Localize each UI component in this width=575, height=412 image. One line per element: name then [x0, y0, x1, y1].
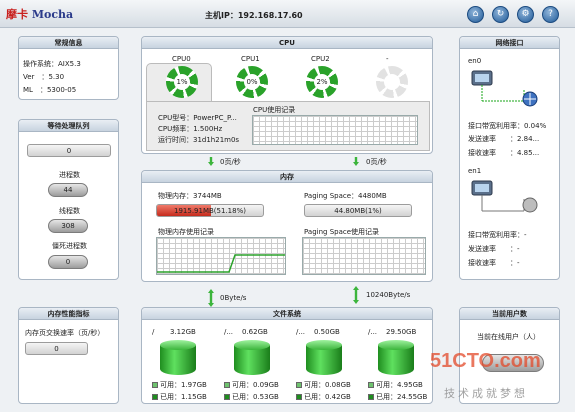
fs2-used: 已用：0.42GB [296, 392, 351, 402]
en0-send: 发送速率 ：2.84... [468, 135, 540, 143]
fs3-total: 29.50GB [386, 328, 417, 336]
overview-title: 常规信息 [19, 37, 118, 49]
physical-history-title: 物理内存使用记录 [158, 228, 214, 236]
overview-panel: 常规信息 操作系统：AIX5.3 Ver ：5.30 ML ：5300-05 [18, 36, 119, 100]
cpu0-gauge: 1% [166, 66, 198, 98]
page-in-arrow [208, 157, 214, 166]
fs0-used: 已用：1.15GB [152, 392, 207, 402]
host-ip-label: 主机IP：192.168.17.60 [205, 11, 303, 20]
byte-in-arrow-down [208, 298, 214, 307]
users-title: 当前用户数 [460, 308, 559, 320]
cpu3-gauge [376, 66, 408, 98]
help-button[interactable]: ? [542, 6, 559, 23]
memory-title: 内存 [142, 171, 432, 183]
zombie-label: 僵死进程数 [52, 242, 87, 250]
cpu-frequency: CPU频率：1.500Hz [158, 125, 223, 133]
ml-label: ML ：5300-05 [23, 86, 77, 94]
queue-panel: 等待处理队列 0 进程数 44 线程数 308 僵死进程数 0 [18, 119, 119, 280]
page-out-arrow [353, 157, 359, 166]
network-panel: 网络接口 en0 接口带宽利用率：0.04% 发送速率 ：2.84... 接收速… [459, 36, 560, 280]
en1-util: 接口带宽利用率：- [468, 231, 527, 239]
fs0-cylinder [160, 340, 196, 375]
paging-space-label: Paging Space：4480MB [304, 192, 387, 200]
cpu-title: CPU [142, 37, 432, 49]
cpu-uptime: 运行时间：31d1h21m0s [158, 136, 240, 144]
swap-rate-label: 内存页交换速率（页/秒） [25, 329, 105, 337]
memperf-title: 内存性能指标 [19, 308, 118, 320]
fs0-mount: / [152, 328, 155, 336]
en0-recv: 接收速率 ：4.85... [468, 149, 540, 157]
tab-cpu0[interactable]: CPU0 [172, 55, 191, 63]
physical-memory-bar: 1915.91MB(51.18%) [156, 204, 264, 217]
app-logo: 摩卡 Mocha [6, 8, 74, 21]
byte-out-arrow-up [353, 286, 359, 295]
memperf-panel: 内存性能指标 内存页交换速率（页/秒） 0 [18, 307, 119, 404]
byte-out-rate: 10240Byte/s [366, 291, 411, 299]
thread-label: 线程数 [59, 207, 80, 215]
cpu1-gauge: 0% [236, 66, 268, 98]
byte-out-arrow-down [353, 295, 359, 304]
fs0-free: 可用：1.97GB [152, 380, 207, 390]
physical-memory-used: 1915.91MB(51.18%) [174, 207, 246, 215]
queue-title: 等待处理队列 [19, 120, 118, 132]
page-out-rate: 0页/秒 [366, 158, 387, 166]
fs2-cylinder [306, 340, 342, 375]
en0-label: en0 [468, 57, 482, 65]
en0-util: 接口带宽利用率：0.04% [468, 122, 547, 130]
watermark-slogan: 技术成就梦想 [444, 387, 528, 400]
watermark-site: 51CTO.com [430, 350, 541, 372]
physical-history-line [157, 254, 285, 273]
network-title: 网络接口 [460, 37, 559, 49]
settings-button[interactable]: ⚙ [517, 6, 534, 23]
cpu-history-chart [252, 115, 418, 145]
fs3-free: 可用：4.95GB [368, 380, 423, 390]
page-in-rate: 0页/秒 [220, 158, 241, 166]
process-label: 进程数 [59, 171, 80, 179]
fs2-mount: /... [296, 328, 306, 336]
en0-diagram [471, 70, 538, 107]
fs2-total: 0.50GB [314, 328, 340, 336]
paging-history-title: Paging Space使用记录 [304, 228, 380, 236]
en1-label: en1 [468, 167, 482, 175]
fs3-mount: /... [368, 328, 378, 336]
fs0-total: 3.12GB [170, 328, 196, 336]
tab-cpu3[interactable]: - [386, 55, 389, 63]
online-users-label: 当前在线用户（人） [477, 333, 540, 341]
physical-history-chart [156, 237, 286, 275]
tab-cpu1[interactable]: CPU1 [241, 55, 260, 63]
byte-in-arrow-up [208, 289, 214, 298]
paging-space-used: 44.80MB(1%) [304, 204, 412, 217]
fs1-total: 0.62GB [242, 328, 268, 336]
thread-count: 308 [48, 219, 88, 233]
fs3-cylinder [378, 340, 414, 375]
home-button[interactable]: ⌂ [467, 6, 484, 23]
en1-send: 发送速率 ：- [468, 245, 520, 253]
cpu-panel: CPU CPU0 1% CPU1 0% CPU2 2% - CPU型号：Powe… [141, 36, 433, 154]
fs1-used: 已用：0.53GB [224, 392, 279, 402]
refresh-button[interactable]: ↻ [492, 6, 509, 23]
filesystem-title: 文件系统 [142, 308, 432, 320]
cpu-history-title: CPU使用记录 [253, 106, 296, 114]
swap-rate-value: 0 [25, 342, 88, 355]
filesystem-panel: 文件系统 / 3.12GB 可用：1.97GB 已用：1.15GB /... 0… [141, 307, 433, 404]
physical-memory-label: 物理内存：3744MB [158, 192, 222, 200]
fs1-cylinder [234, 340, 270, 375]
ver-label: Ver ：5.30 [23, 73, 65, 81]
zombie-count: 0 [48, 255, 88, 269]
fs1-mount: /... [224, 328, 234, 336]
os-label: 操作系统：AIX5.3 [23, 60, 81, 68]
process-count: 44 [48, 183, 88, 197]
fs2-free: 可用：0.08GB [296, 380, 351, 390]
fs3-used: 已用：24.55GB [368, 392, 427, 402]
queue-value-box: 0 [27, 144, 111, 157]
byte-in-rate: 0Byte/s [220, 294, 247, 302]
en1-recv: 接收速率 ：- [468, 259, 520, 267]
fs1-free: 可用：0.09GB [224, 380, 279, 390]
tab-cpu2[interactable]: CPU2 [311, 55, 330, 63]
cpu-model: CPU型号：PowerPC_P... [158, 114, 237, 122]
en1-diagram [471, 180, 538, 213]
paging-history-chart [302, 237, 426, 275]
cpu2-gauge: 2% [306, 66, 338, 98]
memory-panel: 内存 物理内存：3744MB 1915.91MB(51.18%) Paging … [141, 170, 433, 282]
